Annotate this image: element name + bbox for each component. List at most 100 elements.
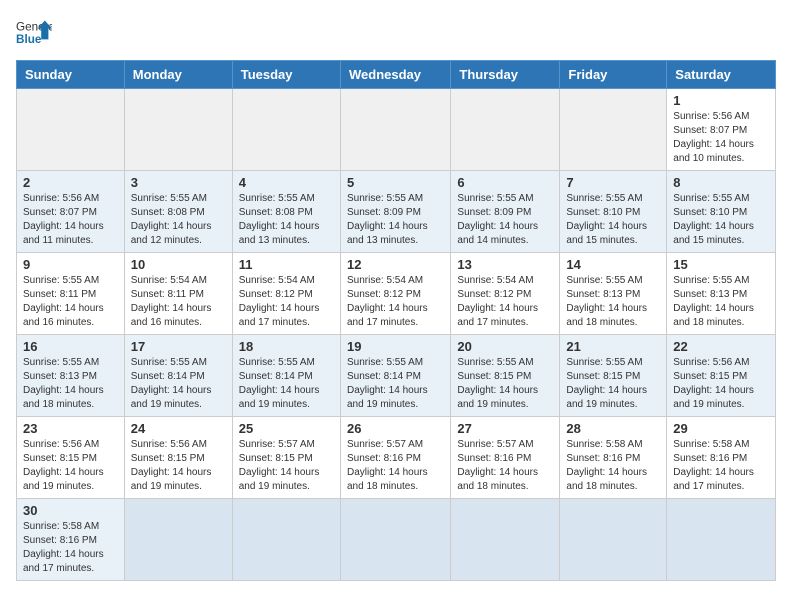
day-info: Sunrise: 5:54 AM Sunset: 8:11 PM Dayligh… — [131, 274, 226, 330]
day-number: 22 — [673, 339, 769, 354]
day-info: Sunrise: 5:55 AM Sunset: 8:10 PM Dayligh… — [673, 192, 769, 248]
day-info: Sunrise: 5:57 AM Sunset: 8:16 PM Dayligh… — [347, 438, 444, 494]
calendar-day-cell: 12 Sunrise: 5:54 AM Sunset: 8:12 PM Dayli… — [340, 253, 450, 335]
day-number: 14 — [566, 257, 660, 272]
column-header-tuesday: Tuesday — [232, 61, 340, 89]
day-number: 7 — [566, 175, 660, 190]
calendar-day-cell: 22 Sunrise: 5:56 AM Sunset: 8:15 PM Dayli… — [667, 335, 776, 417]
day-number: 12 — [347, 257, 444, 272]
day-info: Sunrise: 5:55 AM Sunset: 8:13 PM Dayligh… — [23, 356, 118, 412]
day-number: 2 — [23, 175, 118, 190]
day-number: 26 — [347, 421, 444, 436]
day-info: Sunrise: 5:54 AM Sunset: 8:12 PM Dayligh… — [457, 274, 553, 330]
calendar-day-cell: 13 Sunrise: 5:54 AM Sunset: 8:12 PM Dayli… — [451, 253, 560, 335]
generalblue-logo-icon: General Blue — [16, 16, 52, 52]
calendar-day-cell: 10 Sunrise: 5:54 AM Sunset: 8:11 PM Dayli… — [124, 253, 232, 335]
calendar-day-cell — [232, 89, 340, 171]
day-info: Sunrise: 5:55 AM Sunset: 8:08 PM Dayligh… — [131, 192, 226, 248]
calendar-day-cell: 30Sunrise: 5:58 AM Sunset: 8:16 PM Dayli… — [17, 499, 125, 581]
calendar-day-cell — [17, 89, 125, 171]
calendar-week-row: 2Sunrise: 5:56 AM Sunset: 8:07 PM Daylig… — [17, 171, 776, 253]
calendar-day-cell: 20 Sunrise: 5:55 AM Sunset: 8:15 PM Dayli… — [451, 335, 560, 417]
day-info: Sunrise: 5:56 AM Sunset: 8:15 PM Dayligh… — [131, 438, 226, 494]
calendar-day-cell — [560, 89, 667, 171]
calendar-day-cell: 3 Sunrise: 5:55 AM Sunset: 8:08 PM Daylig… — [124, 171, 232, 253]
calendar-table: SundayMondayTuesdayWednesdayThursdayFrid… — [16, 60, 776, 581]
day-number: 17 — [131, 339, 226, 354]
calendar-day-cell — [124, 89, 232, 171]
day-number: 8 — [673, 175, 769, 190]
calendar-day-cell — [232, 499, 340, 581]
day-info: Sunrise: 5:55 AM Sunset: 8:15 PM Dayligh… — [457, 356, 553, 412]
calendar-day-cell: 24 Sunrise: 5:56 AM Sunset: 8:15 PM Dayli… — [124, 417, 232, 499]
day-number: 27 — [457, 421, 553, 436]
calendar-day-cell — [124, 499, 232, 581]
calendar-day-cell: 5 Sunrise: 5:55 AM Sunset: 8:09 PM Daylig… — [340, 171, 450, 253]
day-info: Sunrise: 5:57 AM Sunset: 8:15 PM Dayligh… — [239, 438, 334, 494]
calendar-day-cell: 7 Sunrise: 5:55 AM Sunset: 8:10 PM Daylig… — [560, 171, 667, 253]
calendar-day-cell: 18 Sunrise: 5:55 AM Sunset: 8:14 PM Dayli… — [232, 335, 340, 417]
day-info: Sunrise: 5:56 AM Sunset: 8:15 PM Dayligh… — [23, 438, 118, 494]
day-info: Sunrise: 5:56 AM Sunset: 8:15 PM Dayligh… — [673, 356, 769, 412]
day-number: 9 — [23, 257, 118, 272]
day-info: Sunrise: 5:55 AM Sunset: 8:15 PM Dayligh… — [566, 356, 660, 412]
day-number: 10 — [131, 257, 226, 272]
day-number: 1 — [673, 93, 769, 108]
calendar-day-cell — [451, 499, 560, 581]
day-info: Sunrise: 5:55 AM Sunset: 8:14 PM Dayligh… — [131, 356, 226, 412]
calendar-day-cell: 17 Sunrise: 5:55 AM Sunset: 8:14 PM Dayli… — [124, 335, 232, 417]
calendar-day-cell: 9 Sunrise: 5:55 AM Sunset: 8:11 PM Daylig… — [17, 253, 125, 335]
calendar-day-cell: 23 Sunrise: 5:56 AM Sunset: 8:15 PM Dayli… — [17, 417, 125, 499]
calendar-week-row: 23 Sunrise: 5:56 AM Sunset: 8:15 PM Dayli… — [17, 417, 776, 499]
day-number: 18 — [239, 339, 334, 354]
calendar-day-cell: 2Sunrise: 5:56 AM Sunset: 8:07 PM Daylig… — [17, 171, 125, 253]
day-info: Sunrise: 5:55 AM Sunset: 8:10 PM Dayligh… — [566, 192, 660, 248]
day-number: 24 — [131, 421, 226, 436]
day-number: 25 — [239, 421, 334, 436]
day-info: Sunrise: 5:54 AM Sunset: 8:12 PM Dayligh… — [347, 274, 444, 330]
calendar-day-cell — [340, 89, 450, 171]
day-info: Sunrise: 5:55 AM Sunset: 8:09 PM Dayligh… — [457, 192, 553, 248]
day-info: Sunrise: 5:55 AM Sunset: 8:13 PM Dayligh… — [566, 274, 660, 330]
calendar-day-cell — [560, 499, 667, 581]
day-info: Sunrise: 5:55 AM Sunset: 8:11 PM Dayligh… — [23, 274, 118, 330]
calendar-day-cell — [340, 499, 450, 581]
day-info: Sunrise: 5:55 AM Sunset: 8:13 PM Dayligh… — [673, 274, 769, 330]
day-number: 5 — [347, 175, 444, 190]
calendar-day-cell: 14 Sunrise: 5:55 AM Sunset: 8:13 PM Dayli… — [560, 253, 667, 335]
calendar-day-cell: 19Sunrise: 5:55 AM Sunset: 8:14 PM Dayli… — [340, 335, 450, 417]
day-number: 6 — [457, 175, 553, 190]
calendar-day-cell: 11 Sunrise: 5:54 AM Sunset: 8:12 PM Dayli… — [232, 253, 340, 335]
day-number: 4 — [239, 175, 334, 190]
calendar-week-row: 9 Sunrise: 5:55 AM Sunset: 8:11 PM Daylig… — [17, 253, 776, 335]
day-info: Sunrise: 5:55 AM Sunset: 8:09 PM Dayligh… — [347, 192, 444, 248]
calendar-day-cell: 15Sunrise: 5:55 AM Sunset: 8:13 PM Dayli… — [667, 253, 776, 335]
day-info: Sunrise: 5:55 AM Sunset: 8:14 PM Dayligh… — [239, 356, 334, 412]
column-header-thursday: Thursday — [451, 61, 560, 89]
day-info: Sunrise: 5:58 AM Sunset: 8:16 PM Dayligh… — [673, 438, 769, 494]
calendar-day-cell: 16Sunrise: 5:55 AM Sunset: 8:13 PM Dayli… — [17, 335, 125, 417]
day-number: 23 — [23, 421, 118, 436]
page-header: General Blue — [16, 16, 776, 52]
column-header-sunday: Sunday — [17, 61, 125, 89]
calendar-day-cell: 4Sunrise: 5:55 AM Sunset: 8:08 PM Daylig… — [232, 171, 340, 253]
calendar-day-cell: 28 Sunrise: 5:58 AM Sunset: 8:16 PM Dayli… — [560, 417, 667, 499]
day-info: Sunrise: 5:54 AM Sunset: 8:12 PM Dayligh… — [239, 274, 334, 330]
calendar-day-cell — [451, 89, 560, 171]
day-number: 30 — [23, 503, 118, 518]
day-number: 29 — [673, 421, 769, 436]
day-number: 11 — [239, 257, 334, 272]
day-number: 3 — [131, 175, 226, 190]
day-info: Sunrise: 5:58 AM Sunset: 8:16 PM Dayligh… — [566, 438, 660, 494]
day-info: Sunrise: 5:57 AM Sunset: 8:16 PM Dayligh… — [457, 438, 553, 494]
calendar-day-cell — [667, 499, 776, 581]
column-header-saturday: Saturday — [667, 61, 776, 89]
day-number: 20 — [457, 339, 553, 354]
day-number: 21 — [566, 339, 660, 354]
calendar-day-cell: 6 Sunrise: 5:55 AM Sunset: 8:09 PM Daylig… — [451, 171, 560, 253]
day-info: Sunrise: 5:56 AM Sunset: 8:07 PM Dayligh… — [673, 110, 769, 166]
day-number: 13 — [457, 257, 553, 272]
day-number: 28 — [566, 421, 660, 436]
calendar-day-cell: 21 Sunrise: 5:55 AM Sunset: 8:15 PM Dayli… — [560, 335, 667, 417]
column-header-wednesday: Wednesday — [340, 61, 450, 89]
